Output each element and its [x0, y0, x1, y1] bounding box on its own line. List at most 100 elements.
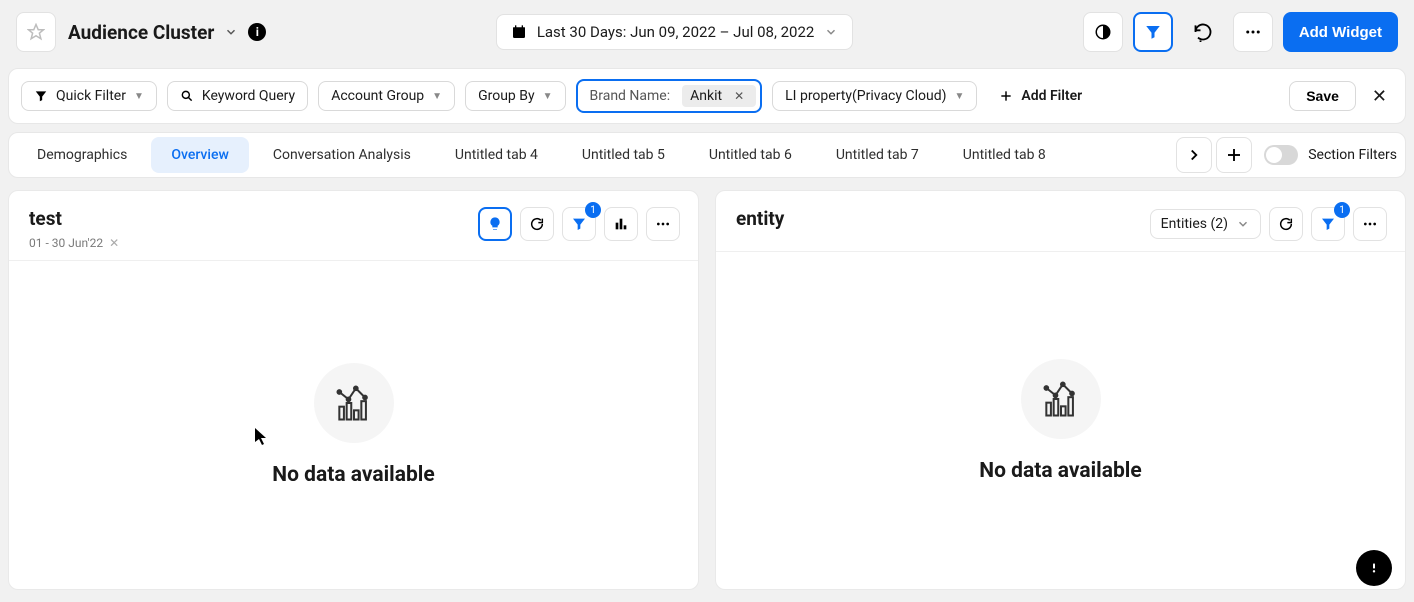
tab-untitled-7[interactable]: Untitled tab 7 — [816, 137, 939, 173]
alert-icon — [1366, 560, 1382, 576]
brand-name-filter-chip[interactable]: Brand Name: Ankit ✕ — [576, 79, 763, 113]
add-filter-label: Add Filter — [1021, 88, 1082, 104]
lightbulb-icon — [487, 216, 503, 232]
account-group-chip[interactable]: Account Group ▼ — [318, 81, 455, 111]
tabs-scroll: Demographics Overview Conversation Analy… — [17, 137, 1172, 173]
empty-state-text: No data available — [272, 463, 434, 487]
empty-state-icon — [1021, 359, 1101, 439]
filter-bar: Quick Filter ▼ Keyword Query Account Gro… — [8, 68, 1406, 124]
filter-badge: 1 — [585, 202, 601, 218]
widget-body: No data available — [716, 251, 1405, 589]
widget-tools: Entities (2) 1 — [1150, 207, 1387, 241]
global-filter-button[interactable] — [1133, 12, 1173, 52]
bar-chart-icon — [613, 216, 629, 232]
plus-icon — [1225, 146, 1243, 164]
widget-refresh-button[interactable] — [520, 207, 554, 241]
save-filters-button[interactable]: Save — [1289, 81, 1356, 111]
widget-refresh-button[interactable] — [1269, 207, 1303, 241]
funnel-icon — [1320, 216, 1336, 232]
add-tab-button[interactable] — [1216, 137, 1252, 173]
favorite-star-button[interactable] — [16, 12, 56, 52]
widget-title: test — [29, 207, 119, 230]
group-by-label: Group By — [478, 88, 535, 104]
widget-body: No data available — [9, 260, 698, 589]
search-icon — [180, 89, 194, 103]
chevron-down-icon: ▼ — [543, 91, 553, 102]
filter-badge: 1 — [1334, 202, 1350, 218]
no-data-chart-icon — [1039, 377, 1083, 421]
entities-dropdown[interactable]: Entities (2) — [1150, 209, 1261, 239]
date-range-picker[interactable]: Last 30 Days: Jun 09, 2022 – Jul 08, 202… — [496, 14, 854, 50]
group-by-chip[interactable]: Group By ▼ — [465, 81, 565, 111]
refresh-icon — [1193, 22, 1213, 42]
tab-untitled-6[interactable]: Untitled tab 6 — [689, 137, 812, 173]
tab-untitled-8[interactable]: Untitled tab 8 — [943, 137, 1066, 173]
entities-label: Entities (2) — [1161, 216, 1228, 232]
section-filters-toggle[interactable] — [1264, 145, 1298, 165]
global-refresh-button[interactable] — [1183, 12, 1223, 52]
widget-head: entity Entities (2) 1 — [716, 191, 1405, 251]
empty-state-icon — [314, 363, 394, 443]
widgets-area: test 01 - 30 Jun'22 ✕ 1 — [0, 178, 1414, 602]
keyword-query-chip[interactable]: Keyword Query — [167, 81, 308, 111]
calendar-icon — [511, 24, 527, 40]
title-chevron-down-icon[interactable] — [224, 25, 238, 39]
add-filter-button[interactable]: Add Filter — [987, 82, 1094, 110]
star-icon — [27, 23, 45, 41]
quick-filter-label: Quick Filter — [56, 88, 126, 104]
more-horizontal-icon — [655, 216, 671, 232]
refresh-icon — [529, 216, 545, 232]
insights-button[interactable] — [478, 207, 512, 241]
widget-filter-button[interactable]: 1 — [1311, 207, 1345, 241]
contrast-icon — [1094, 23, 1112, 41]
more-horizontal-icon — [1244, 23, 1262, 41]
widget-tools: 1 — [478, 207, 680, 241]
li-property-label: LI property(Privacy Cloud) — [785, 88, 946, 104]
chevron-down-icon — [1236, 217, 1250, 231]
widget-more-button[interactable] — [646, 207, 680, 241]
page-title-block: Audience Cluster i — [68, 21, 266, 44]
add-widget-button[interactable]: Add Widget — [1283, 12, 1398, 52]
li-property-chip[interactable]: LI property(Privacy Cloud) ▼ — [772, 81, 977, 111]
tab-untitled-4[interactable]: Untitled tab 4 — [435, 137, 558, 173]
widget-test: test 01 - 30 Jun'22 ✕ 1 — [8, 190, 699, 590]
funnel-icon — [34, 89, 48, 103]
widget-more-button[interactable] — [1353, 207, 1387, 241]
widget-chart-type-button[interactable] — [604, 207, 638, 241]
close-filterbar-button[interactable]: ✕ — [1366, 86, 1393, 107]
widget-entity: entity Entities (2) 1 — [715, 190, 1406, 590]
more-horizontal-icon — [1362, 216, 1378, 232]
no-data-chart-icon — [332, 381, 376, 425]
widget-filter-button[interactable]: 1 — [562, 207, 596, 241]
account-group-label: Account Group — [331, 88, 424, 104]
chevron-right-icon — [1185, 146, 1203, 164]
clear-date-button[interactable]: ✕ — [109, 236, 119, 250]
brand-value-pill: Ankit ✕ — [682, 85, 756, 107]
global-more-button[interactable] — [1233, 12, 1273, 52]
chevron-down-icon: ▼ — [954, 91, 964, 102]
chevron-down-icon: ▼ — [432, 91, 442, 102]
tab-conversation-analysis[interactable]: Conversation Analysis — [253, 137, 431, 173]
refresh-icon — [1278, 216, 1294, 232]
date-range-label: Last 30 Days: Jun 09, 2022 – Jul 08, 202… — [537, 23, 815, 41]
alert-fab[interactable] — [1356, 550, 1392, 586]
remove-brand-value-button[interactable]: ✕ — [730, 89, 748, 103]
tab-untitled-5[interactable]: Untitled tab 5 — [562, 137, 685, 173]
widget-subtitle-text: 01 - 30 Jun'22 — [29, 236, 103, 250]
tabs-scroll-right-button[interactable] — [1176, 137, 1212, 173]
brand-name-label: Brand Name: — [590, 88, 671, 104]
widget-head: test 01 - 30 Jun'22 ✕ 1 — [9, 191, 698, 260]
tab-overview[interactable]: Overview — [151, 137, 248, 173]
widget-date-subtitle: 01 - 30 Jun'22 ✕ — [29, 236, 119, 250]
info-icon[interactable]: i — [248, 23, 266, 41]
quick-filter-chip[interactable]: Quick Filter ▼ — [21, 81, 157, 111]
theme-toggle-button[interactable] — [1083, 12, 1123, 52]
brand-value-text: Ankit — [690, 88, 722, 104]
funnel-icon — [571, 216, 587, 232]
funnel-icon — [1144, 23, 1162, 41]
keyword-query-label: Keyword Query — [202, 88, 295, 104]
tab-demographics[interactable]: Demographics — [17, 137, 147, 173]
tabs-bar: Demographics Overview Conversation Analy… — [8, 132, 1406, 178]
header-bar: Audience Cluster i Last 30 Days: Jun 09,… — [0, 0, 1414, 64]
section-filters-label: Section Filters — [1308, 147, 1397, 163]
